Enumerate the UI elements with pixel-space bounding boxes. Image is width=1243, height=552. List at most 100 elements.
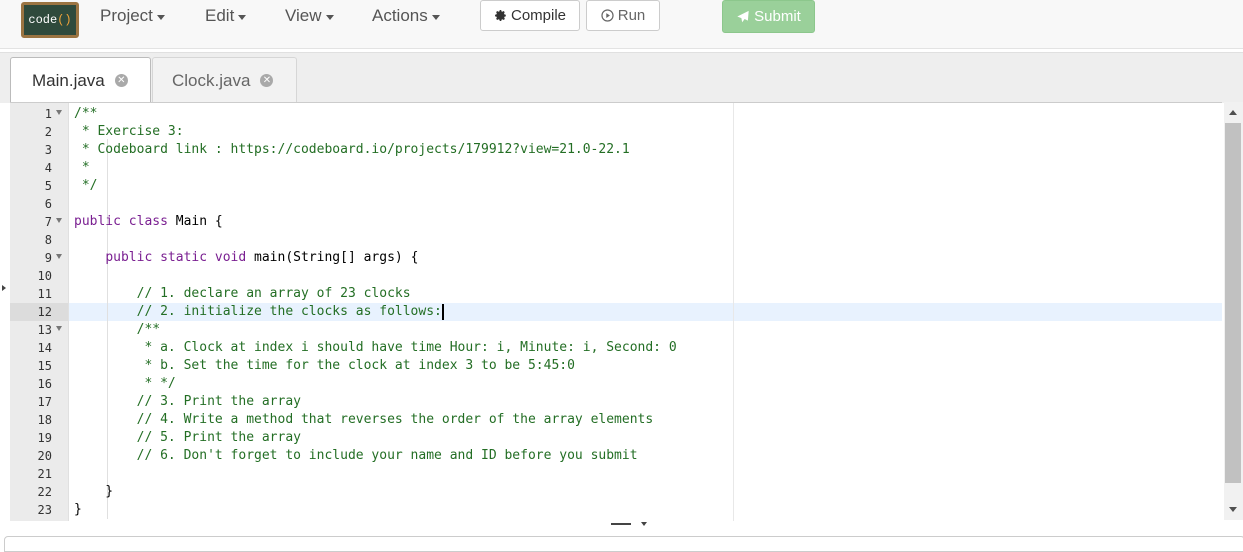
menu-actions[interactable]: Actions: [372, 6, 440, 26]
code-line[interactable]: 4 *: [10, 159, 1222, 177]
menu-edit-label: Edit: [205, 6, 235, 25]
code-line[interactable]: 3 * Codeboard link : https://codeboard.i…: [10, 141, 1222, 159]
close-icon[interactable]: ✕: [260, 74, 274, 87]
code-line[interactable]: 1 /**: [10, 105, 1222, 123]
code-text: // 4. Write a method that reverses the o…: [74, 411, 654, 429]
fold-arrow-icon[interactable]: [56, 254, 62, 259]
close-icon[interactable]: ✕: [114, 74, 128, 87]
line-number: 5: [44, 179, 52, 193]
line-number: 6: [44, 197, 52, 211]
menu-edit[interactable]: Edit: [205, 6, 247, 26]
code-line[interactable]: 21: [10, 465, 1222, 483]
code-editor[interactable]: 1/** 2 * Exercise 3: 3 * Codeboard link : …: [10, 102, 1222, 521]
panel-resize-handle[interactable]: [611, 522, 647, 526]
code-text: // 6. Don't forget to include your name …: [74, 447, 638, 465]
code-token: // 5. Print the array: [136, 430, 301, 445]
menu-view[interactable]: View: [285, 6, 334, 26]
code-line[interactable]: 14 * a. Clock at index i should have tim…: [10, 339, 1222, 357]
code-token: * Exercise 3:: [74, 124, 184, 139]
output-panel: [4, 536, 1243, 552]
text-cursor: [442, 304, 444, 320]
code-line[interactable]: 6: [10, 195, 1222, 213]
caret-down-icon: [325, 15, 334, 20]
drag-bar-icon: [611, 523, 631, 525]
run-button[interactable]: Run: [586, 0, 660, 31]
code-line[interactable]: 18 // 4. Write a method that reverses th…: [10, 411, 1222, 429]
code-line[interactable]: 11 // 1. declare an array of 23 clocks: [10, 285, 1222, 303]
line-number: 2: [44, 125, 52, 139]
code-line[interactable]: 19 // 5. Print the array: [10, 429, 1222, 447]
code-text: // 3. Print the array: [74, 393, 301, 411]
code-token: // 4. Write a method that reverses the o…: [136, 412, 654, 427]
code-token: }: [74, 502, 82, 517]
code-line[interactable]: 8: [10, 231, 1222, 249]
fold-arrow-icon[interactable]: [56, 326, 62, 331]
collapse-arrow-icon[interactable]: [2, 285, 6, 291]
logo-text: code: [28, 13, 58, 27]
code-token: // 2. initialize the clocks as follows:: [136, 304, 442, 319]
code-token: * */: [136, 376, 176, 391]
code-line[interactable]: 23}: [10, 501, 1222, 519]
vertical-scrollbar[interactable]: [1224, 102, 1243, 520]
code-token: }: [74, 484, 114, 499]
line-number: 7: [44, 215, 52, 229]
file-tabbar: Main.java ✕ Clock.java ✕: [0, 52, 1243, 103]
code-line[interactable]: 13 /**: [10, 321, 1222, 339]
code-text: public class Main {: [74, 213, 223, 231]
tab-label: Clock.java: [172, 70, 251, 90]
scrollbar-thumb[interactable]: [1225, 123, 1241, 483]
menu-project[interactable]: Project: [100, 6, 165, 26]
scroll-up-icon[interactable]: [1229, 110, 1237, 115]
code-line[interactable]: 22 }: [10, 483, 1222, 501]
caret-down-icon: [156, 15, 165, 20]
code-token: /**: [136, 322, 161, 337]
caret-down-icon: [431, 15, 440, 20]
code-line[interactable]: 15 * b. Set the time for the clock at in…: [10, 357, 1222, 375]
line-number: 4: [44, 161, 52, 175]
code-line[interactable]: 12 // 2. initialize the clocks as follow…: [10, 303, 1222, 321]
code-token: main(String[] args) {: [254, 250, 419, 265]
code-text: /**: [74, 321, 160, 339]
top-navbar: code() Project Edit View Actions Compile…: [0, 0, 1243, 49]
line-number: 21: [37, 467, 52, 481]
compile-button[interactable]: Compile: [480, 0, 580, 31]
code-text: public static void main(String[] args) {: [74, 249, 418, 267]
code-text: * b. Set the time for the clock at index…: [74, 357, 574, 375]
line-number: 8: [44, 233, 52, 247]
code-line[interactable]: 9 public static void main(String[] args)…: [10, 249, 1222, 267]
run-label: Run: [617, 7, 646, 24]
caret-down-icon: [641, 522, 647, 526]
code-line[interactable]: 20 // 6. Don't forget to include your na…: [10, 447, 1222, 465]
scroll-down-icon[interactable]: [1229, 507, 1237, 512]
code-line[interactable]: 7 public class Main {: [10, 213, 1222, 231]
code-line[interactable]: 2 * Exercise 3:: [10, 123, 1222, 141]
line-number: 11: [37, 287, 52, 301]
code-line[interactable]: 17 // 3. Print the array: [10, 393, 1222, 411]
code-line[interactable]: 5 */: [10, 177, 1222, 195]
code-text: * Exercise 3:: [74, 123, 184, 141]
tab-clock-java[interactable]: Clock.java ✕: [152, 57, 297, 103]
tab-main-java[interactable]: Main.java ✕: [10, 57, 151, 103]
caret-down-icon: [238, 15, 247, 20]
codeboard-logo[interactable]: code(): [21, 2, 79, 38]
fold-arrow-icon[interactable]: [56, 110, 62, 115]
code-token: public static void: [105, 250, 255, 265]
line-number: 14: [37, 341, 52, 355]
submit-button[interactable]: Submit: [722, 0, 815, 33]
line-number: 19: [37, 431, 52, 445]
code-line[interactable]: 16 * */: [10, 375, 1222, 393]
fold-arrow-icon[interactable]: [56, 218, 62, 223]
code-text: * a. Clock at index i should have time H…: [74, 339, 676, 357]
code-text: *: [74, 159, 90, 177]
logo-paren: (): [57, 13, 72, 27]
menu-project-label: Project: [100, 6, 153, 25]
submit-label: Submit: [754, 8, 801, 25]
code-line[interactable]: 10: [10, 267, 1222, 285]
